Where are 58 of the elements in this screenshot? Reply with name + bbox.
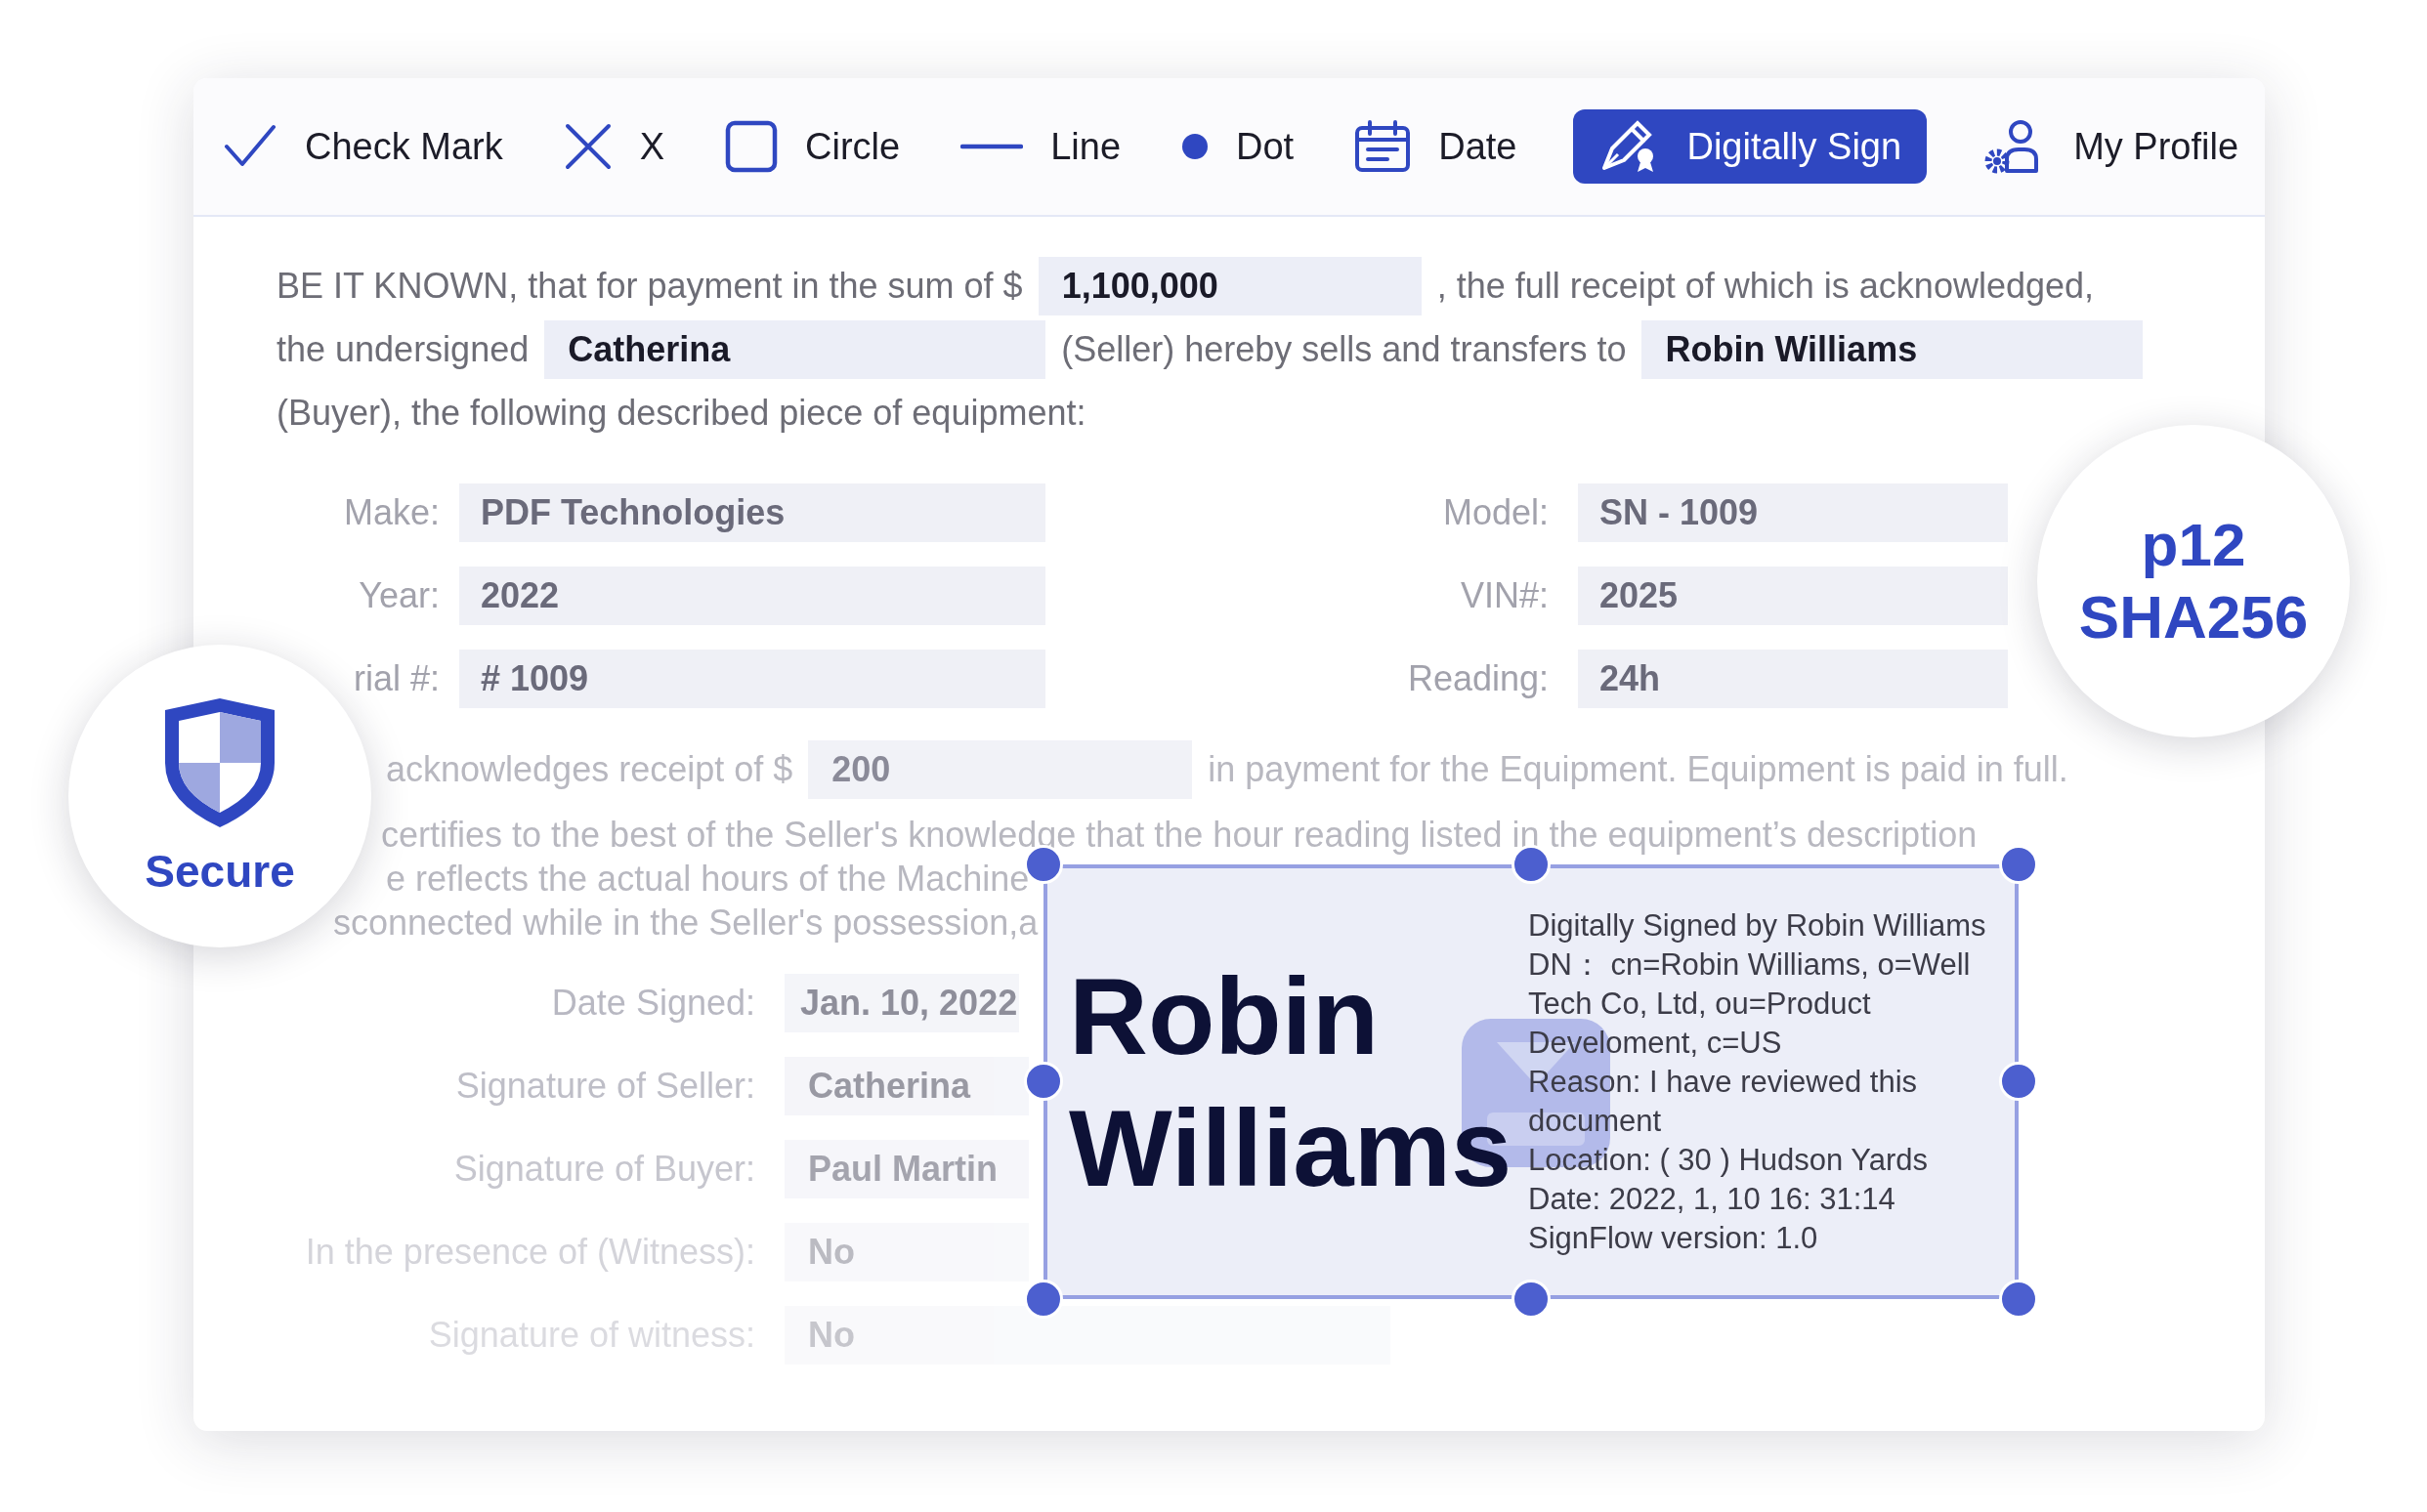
signature-detail: document xyxy=(1528,1102,1663,1140)
tool-button[interactable]: Digitally Sign xyxy=(1573,109,1928,184)
input-field[interactable]: 24h xyxy=(1578,650,2008,708)
signature-detail: Location: ( 30 ) Hudson Yards xyxy=(1528,1141,1929,1179)
paragraph-text: sconnected while in the Seller's possession,a xyxy=(333,902,1039,945)
agreement-text: (Seller) hereby sells and transfers to xyxy=(1061,328,1627,370)
field-label: Make: xyxy=(342,492,440,533)
input-field[interactable]: Catherina xyxy=(544,319,1046,379)
field-label: Signature of Buyer: xyxy=(452,1149,755,1190)
field-label: Reading: xyxy=(1406,658,1549,699)
badge-label: SHA256 xyxy=(2078,583,2309,651)
paragraph-text: e reflects the actual hours of the Machine xyxy=(386,858,1030,901)
receipt-text: acknowledges receipt of $ xyxy=(386,748,793,790)
signature-detail: Date: 2022, 1, 10 16: 31:14 xyxy=(1528,1180,1896,1218)
square-icon xyxy=(725,120,779,173)
signature-detail: Digitally Signed by Robin Williams xyxy=(1528,906,1986,945)
badge-label: p12 xyxy=(2141,511,2246,579)
field-label: Model: xyxy=(1441,492,1549,533)
agreement-text: (Buyer), the following described piece of equipment: xyxy=(277,392,1086,434)
input-field[interactable]: Robin Williams xyxy=(1641,319,2144,379)
input-field[interactable]: 200 xyxy=(808,739,1193,799)
calendar-icon xyxy=(1354,120,1412,173)
field-label: VIN#: xyxy=(1459,575,1549,616)
signature-detail: Tech Co, Ltd, ou=Product xyxy=(1528,985,1872,1023)
tool-button[interactable]: Dot xyxy=(1177,125,1299,168)
input-field[interactable]: 2022 xyxy=(459,567,1045,625)
signature-name: Robin Williams xyxy=(1069,953,1513,1211)
input-field[interactable]: # 1009 xyxy=(459,650,1045,708)
input-field[interactable]: 1,100,000 xyxy=(1038,256,1422,315)
agreement-text: the undersigned xyxy=(277,328,530,370)
paragraph-text: certifies to the best of the Seller's knowledge that the hour reading listed in the equipment’s description xyxy=(381,814,1979,857)
receipt-text: in payment for the Equipment. Equipment is paid in full. xyxy=(1208,748,2068,790)
agreement-text: BE IT KNOWN, that for payment in the sum of $ xyxy=(277,265,1023,307)
field-label: Signature of Seller: xyxy=(454,1066,755,1107)
line-icon xyxy=(960,143,1024,150)
input-field[interactable]: SN - 1009 xyxy=(1578,483,2008,542)
input-field[interactable]: Jan. 10, 2022 xyxy=(785,974,1019,1032)
close-icon xyxy=(563,122,613,171)
tool-button[interactable]: Check Mark xyxy=(219,119,507,174)
input-field[interactable]: PDF Technologies xyxy=(459,483,1045,542)
signature-detail: DN： cn=Robin Williams, o=Well xyxy=(1528,945,1972,984)
field-label: rial #: xyxy=(352,658,440,699)
tool-button[interactable]: My Profile xyxy=(1980,118,2243,175)
input-field[interactable]: 2025 xyxy=(1578,567,2008,625)
dot-icon xyxy=(1181,133,1210,160)
signature-box[interactable] xyxy=(1043,864,2019,1299)
tool-button[interactable]: Circle xyxy=(721,120,905,173)
agreement-text: , the full receipt of which is acknowledged, xyxy=(1436,265,2094,307)
input-field[interactable]: Catherina xyxy=(785,1057,1029,1115)
signature-detail: Develoment, c=US xyxy=(1528,1024,1783,1062)
field-label: Year: xyxy=(358,575,440,616)
signature-detail: Reason: I have reviewed this xyxy=(1528,1063,1919,1101)
tool-button[interactable]: X xyxy=(559,122,669,171)
tool-button[interactable]: Date xyxy=(1350,120,1521,173)
badge-label: Secure xyxy=(145,845,295,898)
signature-detail: SignFlow version: 1.0 xyxy=(1528,1219,1819,1257)
tool-button[interactable]: Line xyxy=(957,125,1126,168)
field-label: Date Signed: xyxy=(550,983,755,1024)
